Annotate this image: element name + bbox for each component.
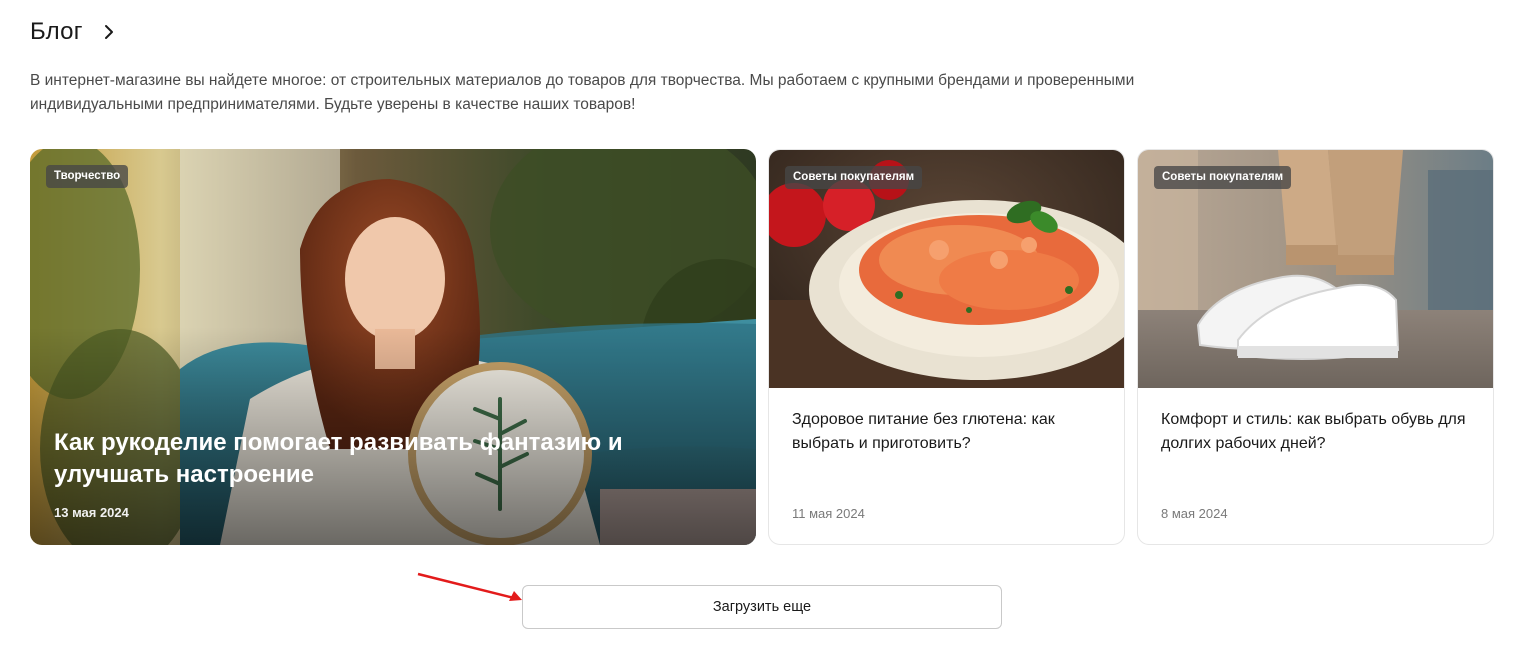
category-tag: Творчество [46, 165, 129, 188]
intro-text: В интернет-магазине вы найдете многое: о… [30, 72, 1135, 113]
blog-card[interactable]: Советы покупателям Здоровое питание без … [768, 149, 1125, 545]
blog-card[interactable]: Советы покупателям Комфорт и стиль: как … [1137, 149, 1494, 545]
card-title: Как рукоделие помогает развивать фантази… [54, 429, 623, 488]
card-title: Комфорт и стиль: как выбрать обувь для д… [1161, 411, 1466, 452]
blog-header-link[interactable]: Блог [30, 18, 117, 46]
category-tag: Советы покупателям [785, 166, 923, 189]
blog-section: Блог В интернет-магазине вы найдете мног… [0, 0, 1520, 658]
blog-card-featured[interactable]: Творчество Как рукоделие помогает развив… [30, 149, 756, 545]
chevron-right-icon [101, 24, 117, 40]
annotation-arrow-icon [417, 572, 522, 601]
card-date: 11 мая 2024 [792, 506, 865, 521]
card-date: 8 мая 2024 [1161, 506, 1228, 521]
card-title: Здоровое питание без глютена: как выбрат… [792, 411, 1055, 452]
load-more-button[interactable]: Загрузить еще [522, 585, 1002, 629]
page-title: Блог [30, 18, 83, 45]
category-tag: Советы покупателям [1154, 166, 1292, 189]
card-date: 13 мая 2024 [54, 505, 129, 520]
